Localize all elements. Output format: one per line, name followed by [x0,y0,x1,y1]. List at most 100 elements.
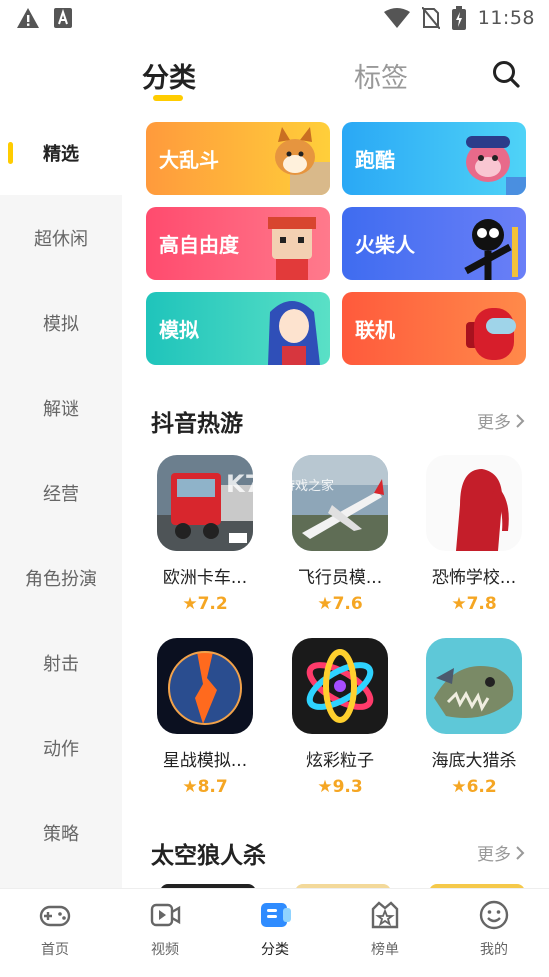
sidebar-item-rpg[interactable]: 角色扮演 [0,535,122,620]
profile-icon [479,900,509,930]
watermark: K73 游戏之家 [226,470,334,498]
watermark-logo: K73 [226,470,278,498]
star-icon: ★ [451,777,467,797]
rating-value: 7.6 [332,594,363,614]
sidebar-item-hypercasual[interactable]: 超休闲 [0,195,122,280]
active-tab-indicator [153,95,183,101]
gamepad-icon [39,905,71,927]
game-rating: ★7.8 [413,594,535,614]
section-title-space-werewolf: 太空狼人杀 [151,843,266,869]
category-card-brawl[interactable]: 大乱斗 [146,122,330,195]
nav-ranking[interactable]: 榜单 [350,899,420,959]
category-card-label: 跑酷 [355,148,395,172]
sidebar-item-puzzle[interactable]: 解谜 [0,365,122,450]
sidebar-item-featured[interactable]: 精选 [0,110,122,195]
sidebar-item-shooting[interactable]: 射击 [0,620,122,705]
more-label: 更多 [477,845,511,865]
rating-value: 9.3 [332,777,363,797]
game-name: 飞行员模... [297,568,383,588]
bear-runner-icon [466,136,526,195]
category-card-stickman[interactable]: 火柴人 [342,207,526,280]
star-icon: ★ [451,594,467,614]
status-right: 11:58 [383,6,535,30]
game-card-deep-sea-hunt[interactable]: 海底大猎杀 ★6.2 [413,638,535,797]
block-character-icon [268,217,316,280]
sidebar-item-simulation[interactable]: 模拟 [0,280,122,365]
nav-profile[interactable]: 我的 [459,899,529,959]
sidebar-item-label: 角色扮演 [25,568,97,590]
nav-label: 分类 [261,942,289,958]
chevron-right-icon [516,845,525,860]
game-card-star-war-sim[interactable]: 星战模拟... ★8.7 [144,638,266,797]
status-left [16,7,72,29]
status-time: 11:58 [477,7,535,29]
category-card-label: 联机 [355,318,395,342]
game-name: 海底大猎杀 [431,751,517,771]
nav-label: 榜单 [371,942,399,958]
rating-value: 6.2 [466,777,497,797]
search-icon[interactable] [490,58,522,90]
section-more-button[interactable]: 更多 [477,408,525,433]
battery-icon [451,6,466,30]
wifi-icon [383,8,410,28]
game-name: 恐怖学校... [431,568,517,588]
warning-icon [17,8,39,28]
sidebar-item-label: 策略 [43,823,79,845]
nav-label: 我的 [480,942,508,958]
category-sidebar: 精选 超休闲 模拟 解谜 经营 角色扮演 射击 动作 策略 [0,110,122,890]
game-rating: ★9.3 [279,777,401,797]
planet-icon [157,638,253,734]
game-name: 欧洲卡车... [162,568,248,588]
sidebar-item-label: 射击 [43,653,79,675]
game-rating: ★7.6 [279,594,401,614]
section-title-douyin-hot: 抖音热游 [151,411,243,437]
sidebar-item-action[interactable]: 动作 [0,705,122,790]
nav-home[interactable]: 首页 [20,899,90,959]
tab-category[interactable]: 分类 [142,56,196,95]
fish-icon [426,638,522,734]
star-icon: ★ [182,594,198,614]
category-card-label: 高自由度 [159,233,239,257]
category-card-label: 模拟 [159,318,199,342]
anime-girl-icon [268,301,320,365]
game-name: 星战模拟... [162,751,248,771]
nav-category[interactable]: 分类 [240,899,310,959]
tab-tags[interactable]: 标签 [354,56,408,95]
category-card-parkour[interactable]: 跑酷 [342,122,526,195]
video-icon [150,903,181,927]
nav-video[interactable]: 视频 [130,899,200,959]
category-icon [261,903,291,927]
category-card-sandbox[interactable]: 高自由度 [146,207,330,280]
sidebar-item-label: 经营 [43,483,79,505]
sidebar-item-label: 模拟 [43,313,79,335]
silhouette-icon [426,455,522,551]
watermark-text: 游戏之家 [282,478,335,494]
atom-icon [292,638,388,734]
rating-value: 7.8 [466,594,497,614]
dog-character-icon [275,127,330,195]
sidebar-item-label: 解谜 [43,398,79,420]
more-label: 更多 [477,413,511,433]
sidebar-item-management[interactable]: 经营 [0,450,122,535]
category-card-simulation[interactable]: 模拟 [146,292,330,365]
category-card-label: 大乱斗 [159,148,219,172]
game-rating: ★6.2 [413,777,535,797]
game-rating: ★7.2 [144,594,266,614]
category-card-multiplayer[interactable]: 联机 [342,292,526,365]
rating-value: 8.7 [197,777,228,797]
chevron-right-icon [516,413,525,428]
stickman-icon [464,219,518,280]
section-more-button[interactable]: 更多 [477,840,525,865]
no-sim-icon [421,7,440,29]
category-card-label: 火柴人 [355,233,415,257]
star-icon: ★ [182,777,198,797]
game-card-color-particles[interactable]: 炫彩粒子 ★9.3 [279,638,401,797]
game-rating: ★8.7 [144,777,266,797]
nav-label: 视频 [151,942,179,958]
bottom-navigation: 首页 视频 分类 榜单 我的 [0,888,549,977]
star-icon: ★ [317,594,333,614]
sidebar-item-strategy[interactable]: 策略 [0,790,122,875]
sidebar-item-label: 超休闲 [34,228,88,250]
game-card-horror-school[interactable]: 恐怖学校... ★7.8 [413,455,535,614]
rating-value: 7.2 [197,594,228,614]
